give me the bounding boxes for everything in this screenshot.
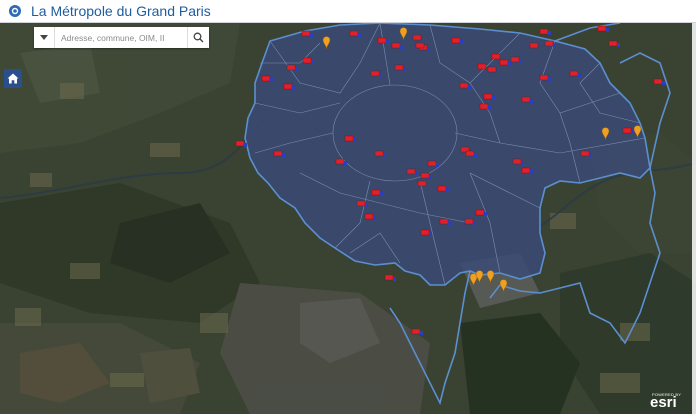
search-widget xyxy=(34,27,209,48)
app-header: La Métropole du Grand Paris xyxy=(0,0,696,23)
search-input[interactable] xyxy=(55,27,187,48)
app-title: La Métropole du Grand Paris xyxy=(31,3,211,19)
map-edge xyxy=(692,23,696,414)
search-source-dropdown[interactable] xyxy=(34,27,55,48)
search-button[interactable] xyxy=(187,27,209,48)
home-button[interactable] xyxy=(4,69,22,88)
search-icon xyxy=(193,32,204,43)
satellite-basemap[interactable] xyxy=(0,23,696,414)
esri-logo: esri xyxy=(650,394,677,411)
grand-paris-logo-icon xyxy=(9,5,21,17)
chevron-down-icon xyxy=(40,35,48,40)
home-icon xyxy=(7,73,19,84)
map-view[interactable] xyxy=(0,23,696,414)
esri-attribution[interactable]: POWERED BY esri xyxy=(650,392,690,412)
